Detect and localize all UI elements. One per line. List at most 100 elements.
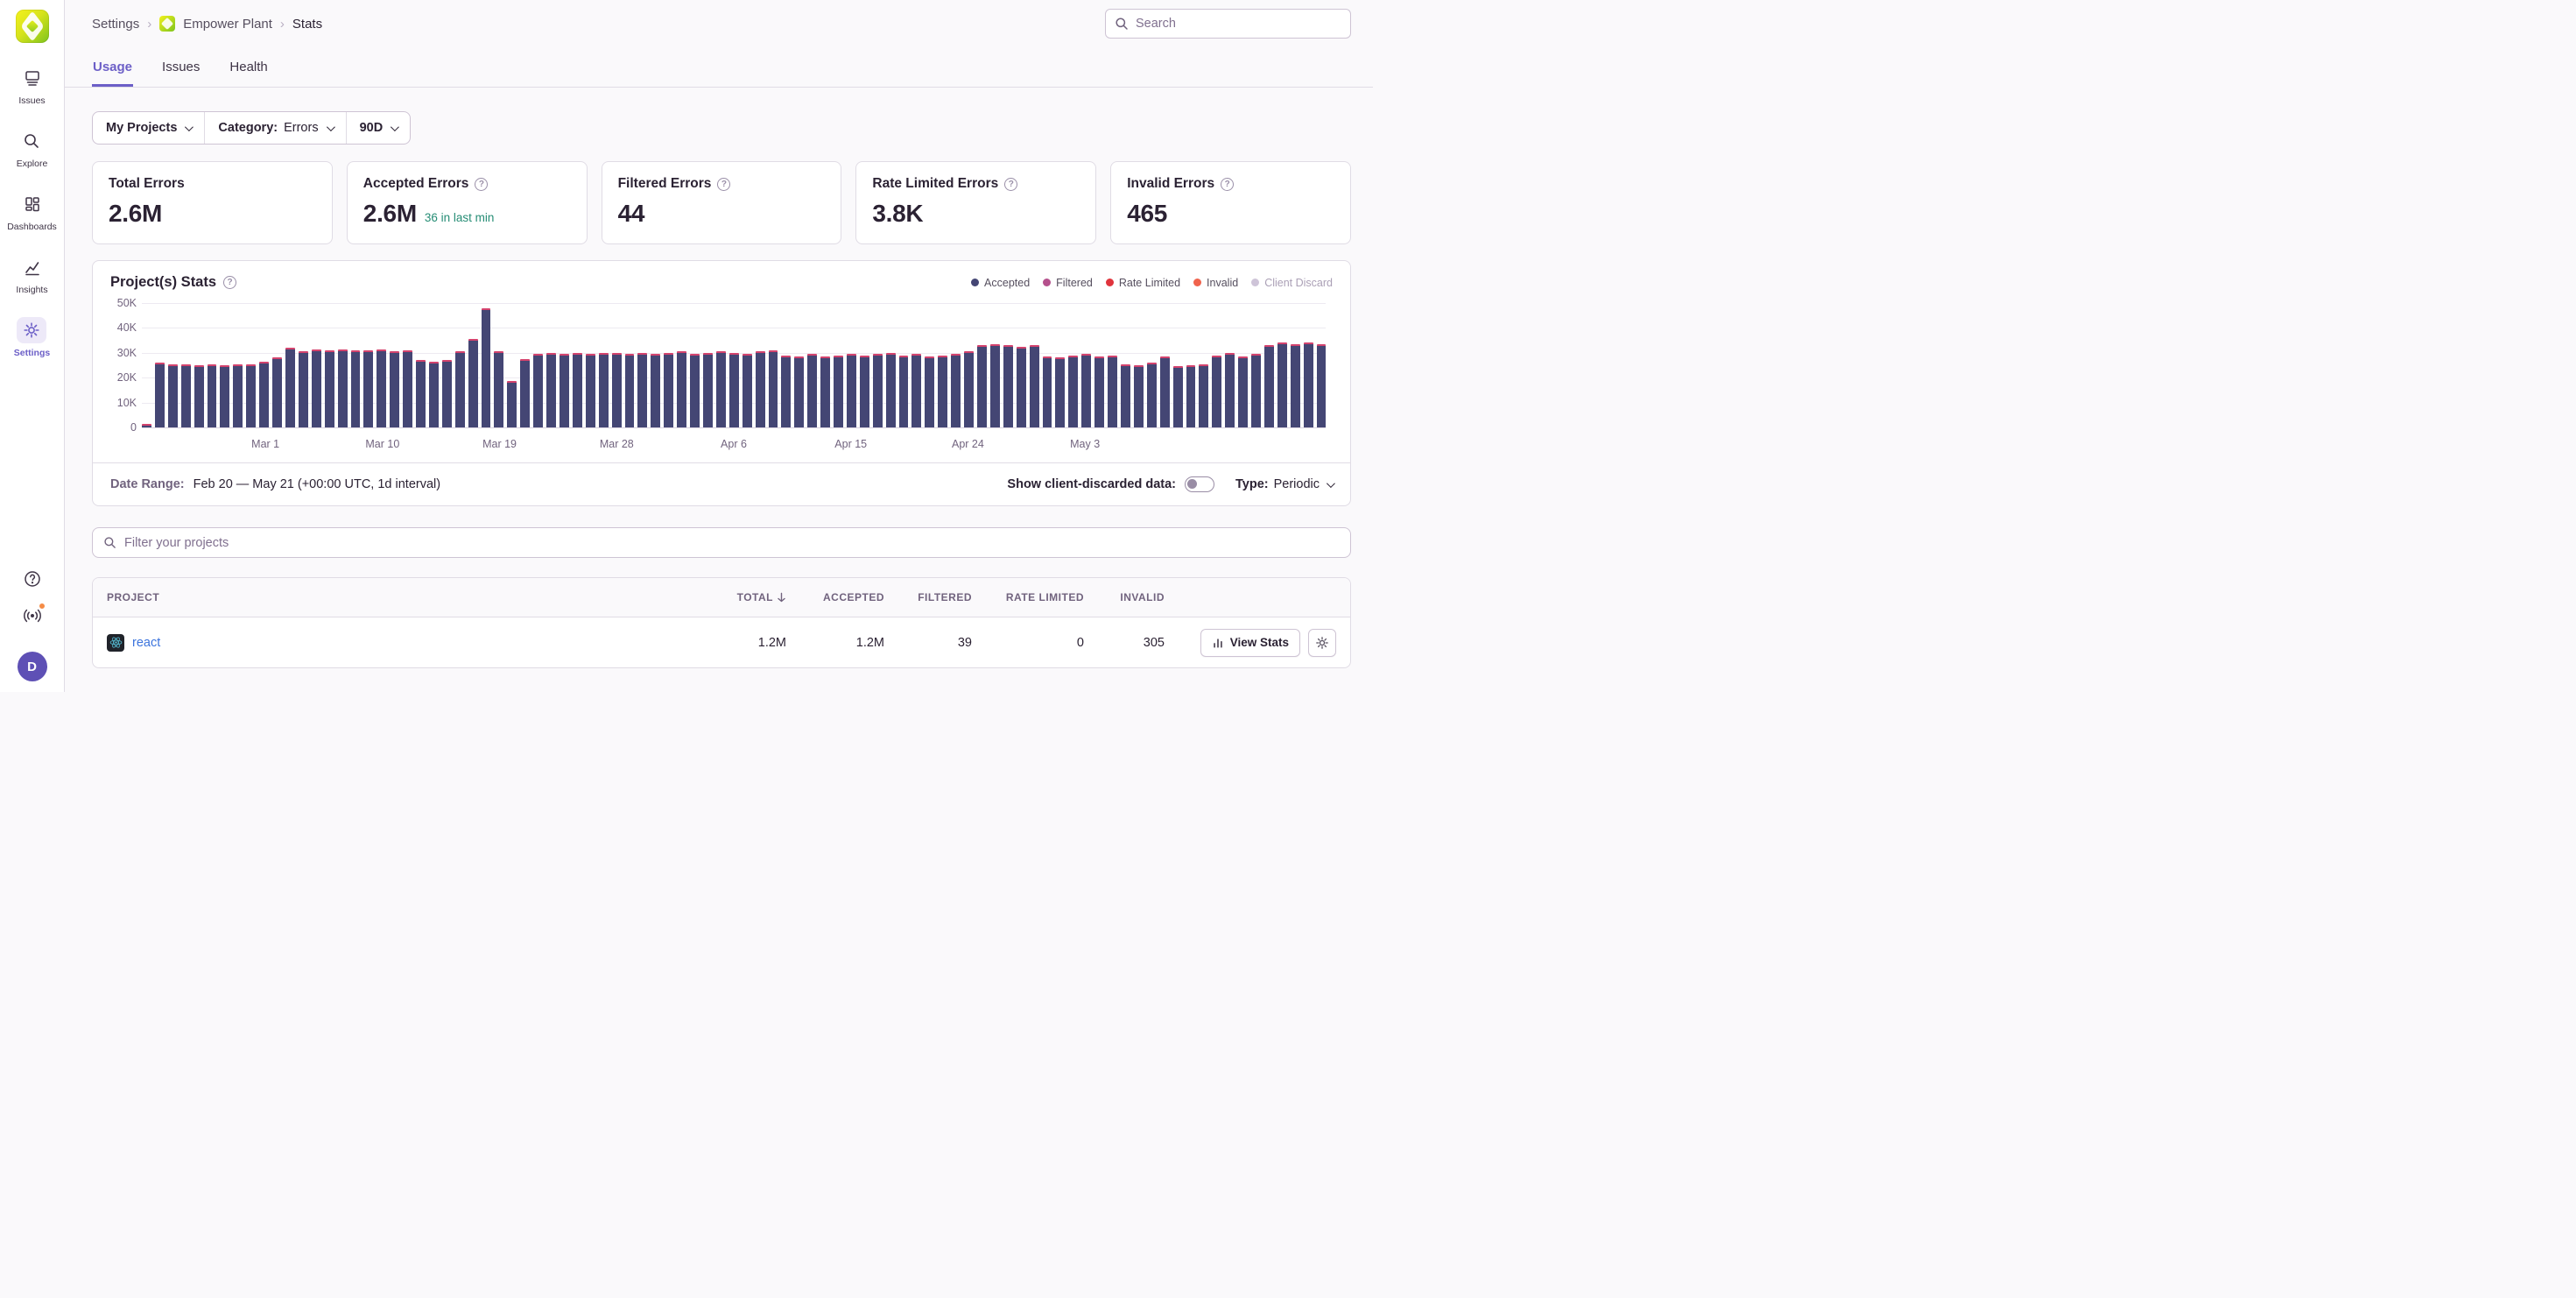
chart-bar[interactable] bbox=[664, 353, 673, 427]
bar-series[interactable] bbox=[142, 303, 1326, 427]
chart-bar[interactable] bbox=[573, 353, 582, 427]
type-selector[interactable]: Type: Periodic bbox=[1235, 477, 1333, 491]
chart-bar[interactable] bbox=[781, 356, 791, 427]
chart-bar[interactable] bbox=[155, 363, 165, 427]
chart-bar[interactable] bbox=[637, 353, 647, 427]
chart-bar[interactable] bbox=[911, 354, 921, 427]
chart-bar[interactable] bbox=[142, 424, 151, 427]
chart-bar[interactable] bbox=[1055, 357, 1065, 427]
chart-bar[interactable] bbox=[377, 349, 386, 427]
legend-client-discard[interactable]: Client Discard bbox=[1251, 277, 1333, 289]
chart-bar[interactable] bbox=[677, 351, 686, 427]
chart-bar[interactable] bbox=[390, 351, 399, 427]
chart-bar[interactable] bbox=[1251, 354, 1261, 427]
project-filter-input[interactable] bbox=[124, 536, 1340, 550]
broadcasts-icon[interactable] bbox=[21, 604, 44, 627]
legend-rate-limited[interactable]: Rate Limited bbox=[1106, 277, 1180, 289]
chart-bar[interactable] bbox=[1212, 356, 1221, 427]
global-search[interactable] bbox=[1105, 9, 1351, 39]
chart-bar[interactable] bbox=[743, 354, 752, 427]
chart-bar[interactable] bbox=[690, 354, 700, 427]
chart-bar[interactable] bbox=[1304, 342, 1313, 427]
col-accepted[interactable]: ACCEPTED bbox=[786, 591, 884, 603]
chart-bar[interactable] bbox=[599, 353, 609, 427]
chart-bar[interactable] bbox=[1094, 356, 1104, 427]
chart-bar[interactable] bbox=[1160, 356, 1170, 427]
info-icon[interactable]: ? bbox=[1004, 178, 1017, 191]
chart-bar[interactable] bbox=[1173, 366, 1183, 427]
chart-bar[interactable] bbox=[847, 354, 856, 427]
chart-bar[interactable] bbox=[363, 350, 373, 427]
chart-bar[interactable] bbox=[1108, 356, 1117, 427]
chart-bar[interactable] bbox=[1238, 356, 1248, 427]
tab-usage[interactable]: Usage bbox=[92, 53, 133, 87]
chart-bar[interactable] bbox=[272, 357, 282, 427]
chart-bar[interactable] bbox=[1264, 345, 1274, 427]
info-icon[interactable]: ? bbox=[223, 276, 236, 289]
user-avatar[interactable]: D bbox=[18, 652, 47, 681]
info-icon[interactable]: ? bbox=[717, 178, 730, 191]
chart-bar[interactable] bbox=[990, 344, 1000, 427]
chart-bar[interactable] bbox=[899, 356, 909, 427]
chart-bar[interactable] bbox=[886, 353, 896, 427]
chart-bar[interactable] bbox=[1277, 342, 1287, 427]
chart-bar[interactable] bbox=[246, 364, 256, 427]
chart-bar[interactable] bbox=[533, 354, 543, 427]
chart-bar[interactable] bbox=[1081, 354, 1091, 427]
chart-bar[interactable] bbox=[873, 354, 883, 427]
chart-bar[interactable] bbox=[925, 356, 934, 427]
chart-bar[interactable] bbox=[351, 350, 361, 427]
legend-filtered[interactable]: Filtered bbox=[1043, 277, 1093, 289]
chart-bar[interactable] bbox=[1147, 363, 1157, 427]
chart-bar[interactable] bbox=[194, 365, 204, 427]
view-stats-button[interactable]: View Stats bbox=[1200, 629, 1300, 657]
chart-bar[interactable] bbox=[769, 350, 778, 427]
chart-bar[interactable] bbox=[520, 359, 530, 427]
chart-bar[interactable] bbox=[1030, 345, 1039, 427]
chart-bar[interactable] bbox=[455, 351, 465, 427]
chart-bar[interactable] bbox=[651, 354, 660, 427]
chart-bar[interactable] bbox=[299, 351, 308, 427]
chart-bar[interactable] bbox=[1134, 365, 1144, 427]
category-selector[interactable]: Category: Errors bbox=[205, 112, 346, 144]
chart-bar[interactable] bbox=[1121, 364, 1130, 427]
legend-accepted[interactable]: Accepted bbox=[971, 277, 1030, 289]
chart-bar[interactable] bbox=[1317, 344, 1327, 427]
chart-bar[interactable] bbox=[285, 348, 295, 427]
chart-bar[interactable] bbox=[1225, 353, 1235, 427]
chart-bar[interactable] bbox=[756, 351, 765, 427]
chart-bar[interactable] bbox=[716, 351, 726, 427]
legend-invalid[interactable]: Invalid bbox=[1193, 277, 1238, 289]
chart-bar[interactable] bbox=[325, 350, 334, 427]
sidebar-item-dashboards[interactable]: Dashboards bbox=[7, 191, 57, 232]
sidebar-item-insights[interactable]: Insights bbox=[16, 254, 47, 295]
chart-bar[interactable] bbox=[442, 360, 452, 427]
tab-health[interactable]: Health bbox=[229, 53, 268, 87]
chart-bar[interactable] bbox=[494, 351, 503, 427]
chart-bar[interactable] bbox=[403, 350, 412, 427]
chart-bar[interactable] bbox=[612, 353, 622, 427]
chart-bar[interactable] bbox=[220, 365, 229, 427]
project-settings-button[interactable] bbox=[1308, 629, 1336, 657]
project-link[interactable]: react bbox=[132, 636, 160, 650]
info-icon[interactable]: ? bbox=[475, 178, 488, 191]
chart-bar[interactable] bbox=[729, 353, 739, 427]
project-selector[interactable]: My Projects bbox=[93, 112, 205, 144]
chart-bar[interactable] bbox=[834, 356, 843, 427]
chart-bar[interactable] bbox=[546, 353, 556, 427]
sidebar-item-issues[interactable]: Issues bbox=[18, 65, 47, 106]
chart-bar[interactable] bbox=[560, 354, 569, 427]
breadcrumb-settings[interactable]: Settings bbox=[92, 17, 139, 32]
project-filter[interactable] bbox=[92, 527, 1351, 558]
chart-bar[interactable] bbox=[168, 364, 178, 427]
chart-bar[interactable] bbox=[312, 349, 321, 427]
chart-bar[interactable] bbox=[977, 345, 987, 427]
chart-bar[interactable] bbox=[820, 356, 830, 427]
breadcrumb-org[interactable]: Empower Plant bbox=[183, 17, 272, 32]
chart-bar[interactable] bbox=[794, 356, 804, 427]
col-invalid[interactable]: INVALID bbox=[1084, 591, 1165, 603]
sidebar-item-settings[interactable]: Settings bbox=[14, 317, 50, 358]
chart-bar[interactable] bbox=[938, 356, 947, 427]
chart-bar[interactable] bbox=[1017, 347, 1026, 427]
chart-bar[interactable] bbox=[507, 381, 517, 427]
